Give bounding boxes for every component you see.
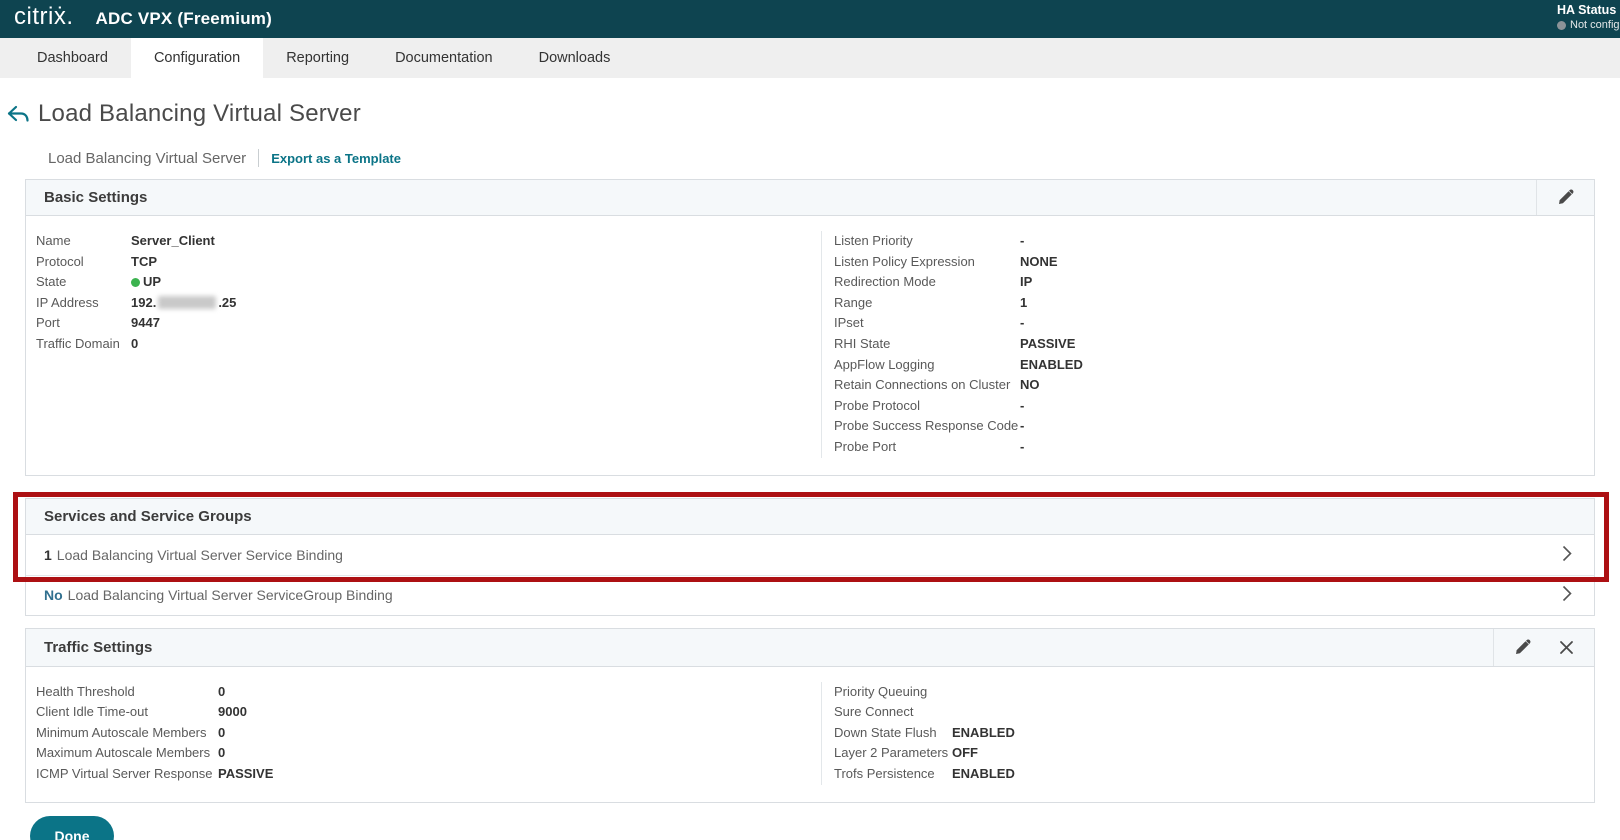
nav-tab-configuration[interactable]: Configuration bbox=[130, 38, 264, 78]
field-ip-address: IP Address 192. .25 bbox=[36, 294, 237, 310]
chevron-right-icon bbox=[1562, 545, 1572, 565]
field-priority-queuing: Priority Queuing bbox=[834, 683, 928, 699]
field-trofs-persistence: Trofs Persistence ENABLED bbox=[834, 765, 1015, 781]
field-icmp-virtual-server-response: ICMP Virtual Server Response PASSIVE bbox=[36, 765, 274, 781]
field-client-idle-timeout: Client Idle Time-out 9000 bbox=[36, 704, 247, 720]
nav-tab-reporting[interactable]: Reporting bbox=[263, 38, 372, 78]
done-button[interactable]: Done bbox=[30, 815, 114, 840]
close-icon[interactable] bbox=[1559, 640, 1574, 655]
servicegroup-binding-row[interactable]: No Load Balancing Virtual Server Service… bbox=[26, 574, 1594, 615]
field-port: Port 9447 bbox=[36, 315, 160, 331]
field-health-threshold: Health Threshold 0 bbox=[36, 683, 226, 699]
services-title: Services and Service Groups bbox=[44, 507, 252, 525]
app-header: citriẋ. ADC VPX (Freemium) HA Status Not… bbox=[0, 0, 1620, 38]
traffic-settings-title: Traffic Settings bbox=[44, 638, 153, 656]
ha-status-label: HA Status bbox=[1557, 3, 1617, 17]
field-name: Name Server_Client bbox=[36, 233, 215, 248]
edit-pencil-icon[interactable] bbox=[1557, 189, 1574, 206]
services-panel: Services and Service Groups 1 Load Balan… bbox=[13, 491, 1609, 616]
field-probe-protocol: Probe Protocol - bbox=[834, 397, 1025, 413]
nav-tab-documentation[interactable]: Documentation bbox=[372, 38, 516, 78]
field-protocol: Protocol TCP bbox=[36, 253, 157, 269]
field-max-autoscale-members: Maximum Autoscale Members 0 bbox=[36, 745, 226, 761]
traffic-settings-panel: Traffic Settings Health Threshold 0 Clie… bbox=[25, 627, 1595, 803]
page-title: Load Balancing Virtual Server bbox=[38, 100, 361, 127]
ha-status-value: Not configured bbox=[1570, 18, 1620, 31]
state-up-dot-icon bbox=[131, 277, 140, 287]
field-listen-priority: Listen Priority - bbox=[834, 233, 1025, 248]
nav-tab-downloads[interactable]: Downloads bbox=[516, 38, 634, 78]
edit-pencil-icon[interactable] bbox=[1514, 639, 1531, 656]
main-nav: Dashboard Configuration Reporting Docume… bbox=[0, 38, 1620, 78]
subnav-tab-label: Load Balancing Virtual Server bbox=[48, 149, 247, 167]
field-rhi-state: RHI State PASSIVE bbox=[834, 335, 1076, 351]
field-min-autoscale-members: Minimum Autoscale Members 0 bbox=[36, 724, 226, 740]
field-traffic-domain: Traffic Domain 0 bbox=[36, 335, 139, 351]
back-arrow-icon[interactable] bbox=[6, 104, 30, 124]
basic-settings-title: Basic Settings bbox=[44, 189, 148, 206]
export-template-link[interactable]: Export as a Template bbox=[271, 151, 401, 166]
field-probe-success-response-code: Probe Success Response Code - bbox=[834, 418, 1025, 434]
basic-settings-panel: Basic Settings Name Server_Client Protoc… bbox=[25, 179, 1595, 476]
ha-status-dot-icon bbox=[1557, 21, 1566, 30]
service-binding-row[interactable]: 1 Load Balancing Virtual Server Service … bbox=[26, 535, 1594, 575]
field-probe-port: Probe Port - bbox=[834, 438, 1025, 454]
field-listen-policy-expression: Listen Policy Expression NONE bbox=[834, 253, 1058, 269]
nav-tab-dashboard[interactable]: Dashboard bbox=[14, 38, 131, 78]
ha-status-block: HA Status Not configured bbox=[1557, 3, 1620, 32]
field-sure-connect: Sure Connect bbox=[834, 704, 914, 720]
field-ipset: IPset - bbox=[834, 315, 1025, 331]
redacted-ip-segment bbox=[158, 295, 217, 309]
field-redirection-mode: Redirection Mode IP bbox=[834, 274, 1033, 290]
field-appflow-logging: AppFlow Logging ENABLED bbox=[834, 356, 1083, 372]
field-range: Range 1 bbox=[834, 294, 1028, 310]
divider bbox=[258, 149, 260, 167]
field-down-state-flush: Down State Flush ENABLED bbox=[834, 724, 1015, 740]
field-state: State UP bbox=[36, 274, 162, 290]
citrix-logo: citriẋ. bbox=[14, 3, 74, 30]
chevron-right-icon bbox=[1562, 585, 1572, 605]
field-retain-connections: Retain Connections on Cluster NO bbox=[834, 377, 1040, 393]
field-layer2-parameters: Layer 2 Parameters OFF bbox=[834, 745, 978, 761]
app-title: ADC VPX (Freemium) bbox=[95, 9, 272, 28]
